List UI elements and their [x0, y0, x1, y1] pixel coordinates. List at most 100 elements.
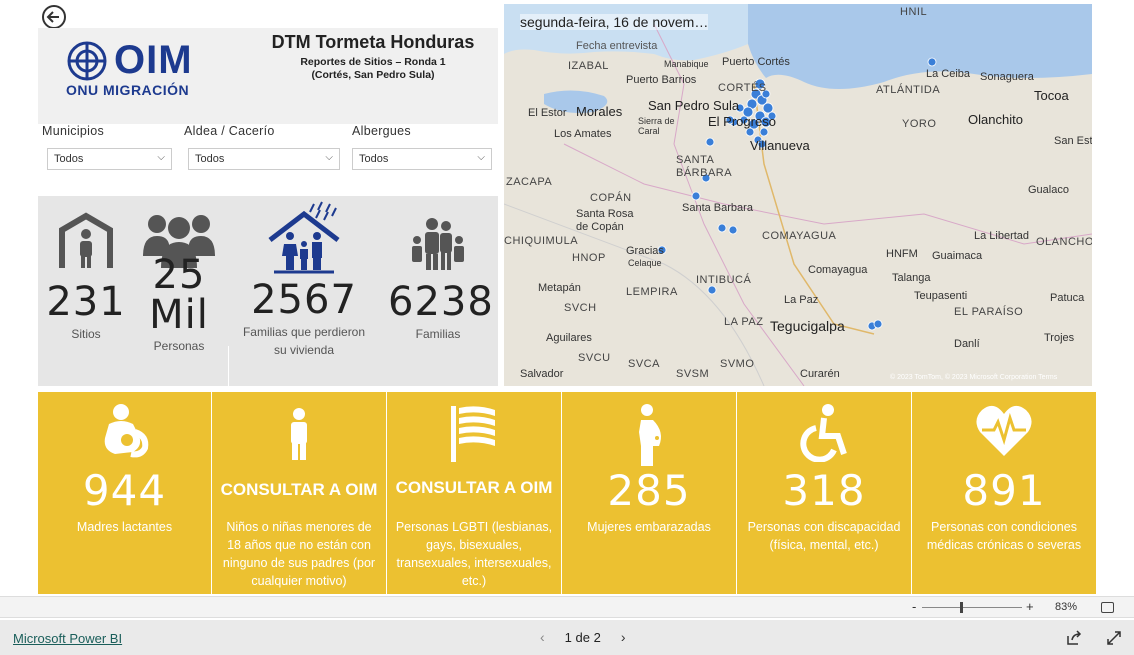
- report-canvas: OIM ONU MIGRACIÓN DTM Tormeta Honduras R…: [0, 0, 1134, 655]
- map-label: SVCH: [564, 302, 597, 314]
- wheelchair-icon: [737, 402, 911, 462]
- map-label: CHIQUIMULA: [504, 235, 579, 247]
- filter-aldea: Aldea / Cacerío Todos ⌵: [184, 124, 340, 170]
- fit-to-page-icon[interactable]: [1101, 602, 1114, 613]
- family-icon: [412, 218, 464, 270]
- subtitle-line-1: Reportes de Sitios – Ronda 1: [300, 56, 446, 68]
- breastfeeding-mother-icon: [38, 402, 211, 462]
- stat-personas: 25 Mil Personas: [138, 212, 220, 355]
- map-label: SVMO: [720, 358, 755, 370]
- stat-label: Familias: [415, 327, 461, 341]
- power-bi-link[interactable]: Microsoft Power BI: [13, 631, 122, 646]
- map-visual[interactable]: segunda-feira, 16 de novem… Fecha entrev…: [504, 4, 1092, 386]
- stat-label-line2: su vivienda: [273, 343, 335, 357]
- map-label: Salvador: [520, 368, 564, 380]
- zoom-bar: - + 83%: [0, 596, 1134, 618]
- map-label: Teupasenti: [914, 290, 968, 302]
- next-page-button[interactable]: ›: [621, 629, 626, 645]
- map-label: ZACAPA: [506, 176, 553, 188]
- map-label: SVCU: [578, 352, 611, 364]
- map-label: ATLÁNTIDA: [876, 84, 941, 96]
- map-label: San Este: [1054, 135, 1092, 147]
- chevron-down-icon: ⌵: [325, 152, 333, 163]
- prev-page-button[interactable]: ‹: [540, 629, 545, 645]
- indicator-label: Niños o niñas menores de 18 años que no …: [222, 520, 376, 588]
- stats-panel: 231 Sitios 25 Mil Personas 2567 Familias…: [38, 196, 498, 386]
- zoom-out-button[interactable]: -: [912, 599, 916, 614]
- back-button[interactable]: [40, 4, 68, 30]
- map-label: La Paz: [784, 294, 819, 306]
- map-label: SVSM: [676, 368, 710, 380]
- fullscreen-icon[interactable]: [1106, 630, 1122, 646]
- map-sub-label: Fecha entrevista: [576, 40, 658, 52]
- filter-panel: Municipios Todos ⌵ Aldea / Cacerío Todos…: [38, 124, 498, 196]
- stat-value: 231: [46, 279, 126, 325]
- heart-pulse-icon: [912, 402, 1096, 462]
- map-label: El Progreso: [708, 114, 776, 129]
- page-indicator: 1 de 2: [564, 629, 601, 645]
- chevron-down-icon: ⌵: [477, 152, 485, 163]
- indicator-consult: CONSULTAR A OIM: [395, 478, 553, 497]
- map-label: Curarén: [800, 368, 840, 380]
- map-label: HNFM: [886, 248, 918, 260]
- stat-value: 2567: [251, 277, 357, 323]
- indicator-madres-lactantes: 944 Madres lactantes: [38, 392, 212, 594]
- municipios-dropdown[interactable]: Todos ⌵: [47, 148, 172, 170]
- dropdown-value: Todos: [54, 153, 84, 165]
- map-label: Santa Rosa de Copán: [576, 208, 634, 233]
- map-label: Manabique: [664, 59, 709, 69]
- map-date-label: segunda-feira, 16 de novem…: [520, 14, 709, 30]
- chevron-down-icon: ⌵: [157, 152, 165, 163]
- map-label: Tegucigalpa: [770, 318, 845, 334]
- shelter-person-icon: [59, 212, 113, 268]
- map-label: INTIBUCÁ: [696, 274, 752, 286]
- map-label: Gualaco: [1028, 184, 1069, 196]
- stat-label: Personas: [153, 339, 205, 353]
- map-label: Metapán: [538, 282, 581, 294]
- albergues-dropdown[interactable]: Todos ⌵: [352, 148, 492, 170]
- indicator-label: Mujeres embarazadas: [587, 520, 711, 534]
- map-label: Guaimaca: [932, 250, 983, 262]
- map-label: SVCA: [628, 358, 660, 370]
- map-label: HNOP: [572, 252, 606, 264]
- un-emblem-icon: [67, 41, 107, 81]
- map-label: Puerto Cortés: [722, 56, 790, 68]
- map-label: LEMPIRA: [626, 286, 678, 298]
- aldea-dropdown[interactable]: Todos ⌵: [188, 148, 340, 170]
- map-label: SANTA BÁRBARA: [676, 154, 733, 179]
- indicator-label: Personas con condiciones médicas crónica…: [926, 520, 1082, 552]
- map-label: Sonaguera: [980, 71, 1034, 83]
- pregnant-woman-icon: [562, 402, 736, 466]
- zoom-level: 83%: [1055, 601, 1078, 613]
- map-label: Tocoa: [1034, 88, 1069, 103]
- zoom-in-button[interactable]: +: [1026, 599, 1034, 614]
- map-label: Olanchito: [968, 112, 1023, 127]
- map-label: COMAYAGUA: [762, 230, 837, 242]
- zoom-slider-track[interactable]: [922, 607, 1022, 608]
- indicator-value: 891: [962, 466, 1046, 515]
- map-label: Aguilares: [546, 332, 592, 344]
- map-label: Santa Barbara: [682, 202, 753, 214]
- map-label: LA PAZ: [724, 316, 764, 328]
- dropdown-value: Todos: [359, 153, 389, 165]
- zoom-slider-thumb[interactable]: [960, 602, 963, 613]
- page-title: DTM Tormeta Honduras: [271, 32, 475, 52]
- map-label: Gracias: [626, 245, 664, 257]
- map-label: OLANCHO: [1036, 236, 1092, 248]
- back-arrow-icon: [42, 5, 66, 29]
- map-label: Los Amates: [554, 128, 612, 140]
- filter-label: Aldea / Cacerío: [184, 124, 275, 138]
- subtitle-line-2: (Cortés, San Pedro Sula): [311, 69, 435, 81]
- stat-label: Familias que perdieron: [242, 325, 366, 339]
- stat-label: Sitios: [71, 327, 101, 341]
- map-label: YORO: [902, 118, 937, 130]
- filter-albergues: Albergues Todos ⌵: [352, 124, 492, 170]
- map-label: Puerto Barrios: [626, 74, 697, 86]
- stat-familias: 6238 Familias: [388, 216, 494, 343]
- map-label: EL PARAÍSO: [954, 306, 1024, 318]
- stat-value: 6238: [388, 279, 494, 325]
- child-icon: [212, 402, 386, 462]
- stat-value-unit: Mil: [149, 292, 209, 338]
- logo-onu-text: ONU MIGRACIÓN: [66, 82, 190, 98]
- share-icon[interactable]: [1066, 630, 1082, 646]
